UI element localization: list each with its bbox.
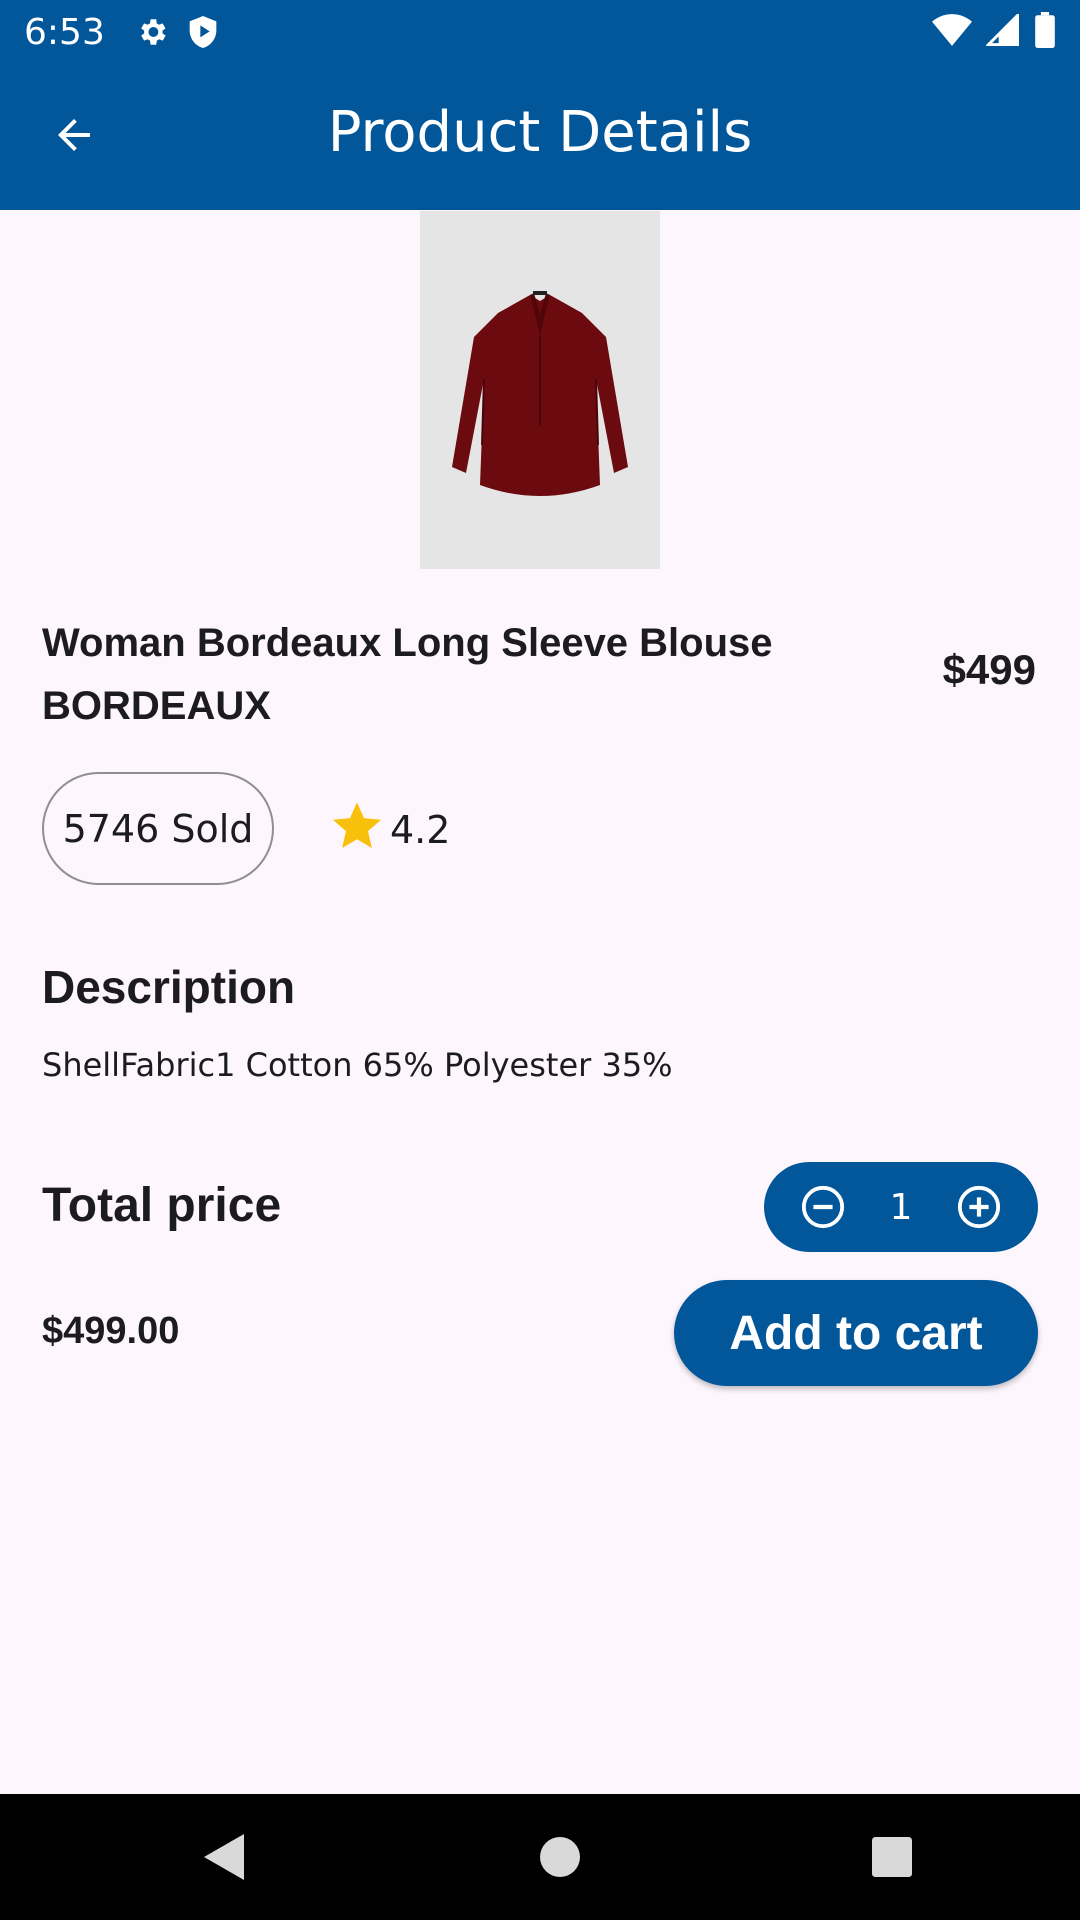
gear-icon [135,15,169,49]
description-text: ShellFabric1 Cotton 65% Polyester 35% [42,1046,673,1084]
quantity-stepper: 1 [764,1162,1038,1252]
nav-home-button[interactable] [540,1837,580,1877]
rating: 4.2 [330,800,450,860]
total-price-value: $499.00 [42,1310,180,1352]
blouse-image [452,291,628,496]
system-nav-bar [0,1794,1080,1920]
battery-icon [1034,11,1056,53]
app-bar: Product Details [0,64,1080,210]
rating-value: 4.2 [390,808,451,852]
nav-recents-button[interactable] [872,1837,912,1877]
product-image [420,211,660,569]
wifi-icon [932,13,972,51]
increase-quantity-button[interactable] [956,1184,1002,1230]
decrease-quantity-button[interactable] [800,1184,846,1230]
status-time: 6:53 [24,11,105,53]
total-price-heading: Total price [42,1179,282,1232]
page-title: Product Details [327,100,753,165]
home-circle-icon [540,1837,580,1877]
plus-circle-icon [957,1185,1001,1229]
recents-square-icon [872,1837,912,1877]
star-icon [330,799,384,862]
sold-count-badge: 5746 Sold [42,772,274,885]
status-bar: 6:53 [0,0,1080,64]
signal-icon [984,11,1020,51]
back-triangle-icon [204,1834,244,1880]
description-heading: Description [42,961,296,1013]
add-to-cart-button[interactable]: Add to cart [674,1280,1038,1386]
quantity-value: 1 [889,1186,913,1228]
product-price: $499 [942,646,1036,693]
minus-circle-icon [801,1185,845,1229]
product-name: Woman Bordeaux Long Sleeve Blouse BORDEA… [42,621,773,728]
sold-count-label: 5746 Sold [62,806,254,851]
nav-back-button[interactable] [200,1832,248,1882]
shield-icon [187,14,219,50]
